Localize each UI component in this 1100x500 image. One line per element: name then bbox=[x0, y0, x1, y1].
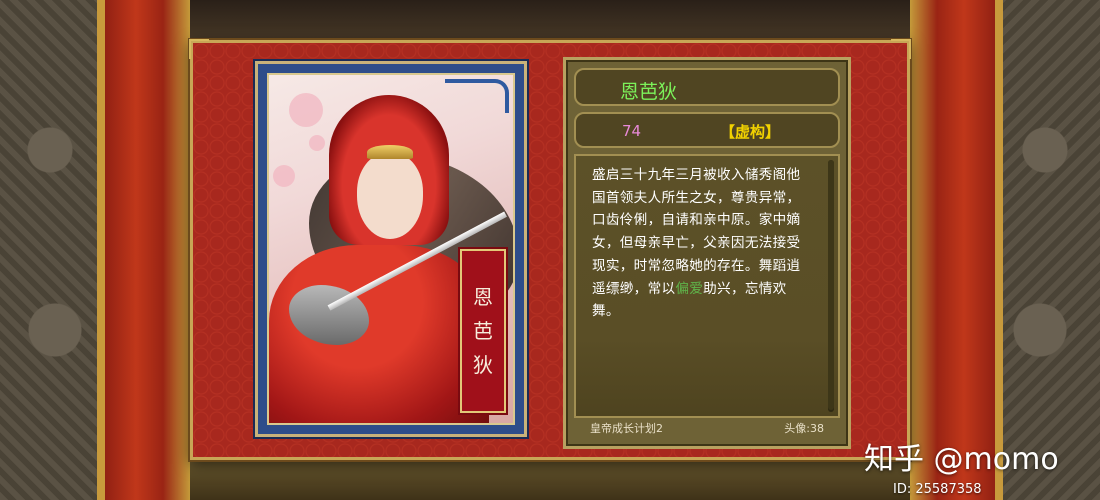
card-corner-ornament bbox=[445, 79, 509, 113]
attribute-row: 74 【虚构】 bbox=[574, 112, 840, 148]
name-char: 芭 bbox=[473, 319, 493, 343]
description-text: 盛启三十九年三月被收入储秀阁他国首领夫人所生之女，尊贵异常，口齿伶俐，自请和亲中… bbox=[592, 164, 806, 323]
name-char: 恩 bbox=[473, 285, 493, 309]
watermark-text: 知乎 @momo bbox=[864, 442, 1059, 477]
background-ceiling bbox=[95, 0, 1005, 45]
portrait-crown bbox=[367, 145, 413, 159]
pillar-right bbox=[995, 0, 1003, 500]
watermark-id: ID: 25587358 bbox=[893, 482, 982, 497]
pillar-left bbox=[97, 0, 105, 500]
card-name-plate: 恩 芭 狄 bbox=[460, 249, 506, 413]
dialog-corner-ornament bbox=[891, 39, 911, 59]
info-panel: 恩芭狄 74 【虚构】 盛启三十九年三月被收入储秀阁他国首领夫人所生之女，尊贵异… bbox=[563, 57, 851, 449]
blossom-decoration bbox=[289, 93, 323, 127]
portrait-robe bbox=[269, 245, 489, 423]
name-row: 恩芭狄 bbox=[574, 68, 840, 106]
blossom-decoration bbox=[309, 135, 325, 151]
character-name: 恩芭狄 bbox=[620, 81, 678, 103]
attribute-value: 74 bbox=[622, 122, 642, 140]
description-part: 盛启三十九年三月被收入储秀阁他国首领夫人所生之女，尊贵异常，口齿伶俐，自请和亲中… bbox=[592, 167, 801, 297]
curtain-left bbox=[100, 0, 190, 500]
character-info-dialog: 恩 芭 狄 恩芭狄 74 【虚构】 盛启三十九年三月被收入储秀阁他国首领夫人所生… bbox=[189, 39, 911, 460]
blossom-decoration bbox=[273, 165, 295, 187]
description-highlight: 偏爱 bbox=[675, 280, 704, 297]
fiction-tag: 【虚构】 bbox=[720, 123, 781, 141]
game-title: 皇帝成长计划2 bbox=[590, 422, 663, 435]
portrait-card[interactable]: 恩 芭 狄 bbox=[255, 61, 527, 437]
curtain-right bbox=[910, 0, 1000, 500]
portrait-number: 头像:38 bbox=[784, 422, 824, 435]
dragon-screen-left bbox=[0, 0, 110, 500]
description-scrollbar[interactable] bbox=[828, 160, 834, 412]
dialog-corner-ornament bbox=[189, 39, 209, 59]
description-box[interactable]: 盛启三十九年三月被收入储秀阁他国首领夫人所生之女，尊贵异常，口齿伶俐，自请和亲中… bbox=[574, 154, 840, 418]
name-char: 狄 bbox=[473, 353, 493, 377]
dragon-screen-right bbox=[990, 0, 1100, 500]
portrait-face bbox=[357, 153, 423, 239]
